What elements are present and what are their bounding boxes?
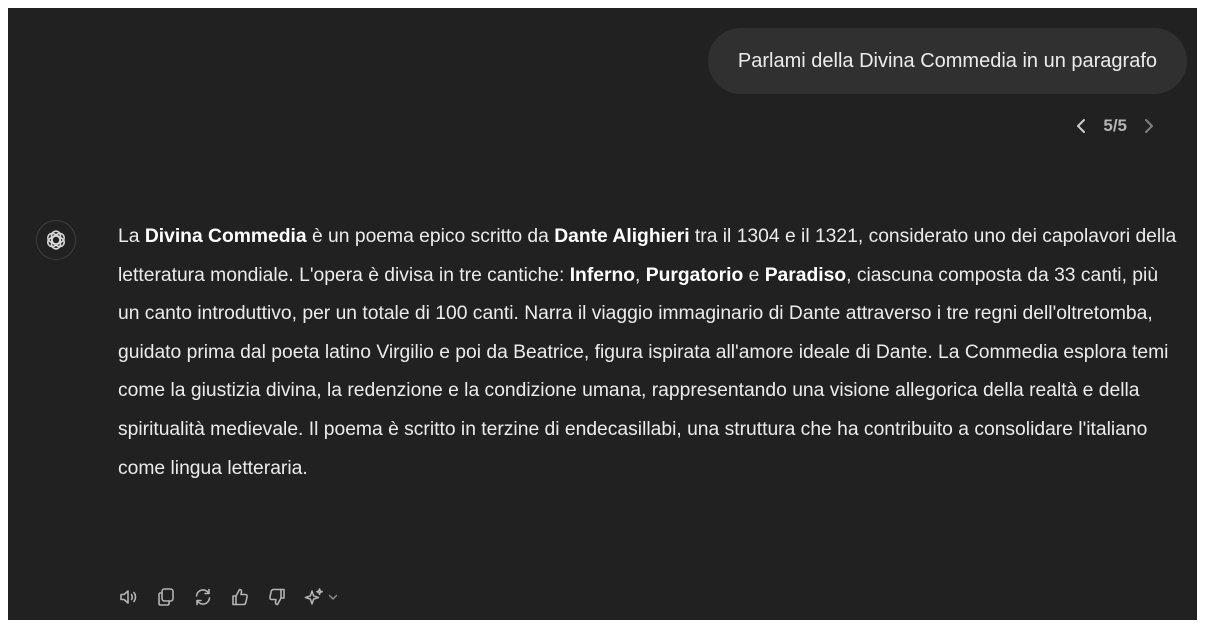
message-actions [118, 586, 339, 608]
bold-term: Paradiso [764, 264, 847, 286]
chevron-right-icon[interactable] [1141, 116, 1157, 136]
pager-label: 5/5 [1103, 116, 1127, 135]
text-run: , [635, 264, 646, 286]
chevron-left-icon[interactable] [1073, 116, 1089, 136]
text-run: è un poema epico scritto da [306, 226, 555, 247]
response-pager: 5/5 [1073, 116, 1157, 136]
speaker-icon[interactable] [118, 586, 140, 608]
model-switcher[interactable] [303, 586, 339, 608]
text-run: La [118, 226, 145, 247]
bold-term: Purgatorio [645, 264, 744, 286]
text-run: e [743, 264, 765, 286]
openai-logo-icon [46, 230, 66, 250]
bold-term: Divina Commedia [144, 226, 307, 247]
user-message-text: Parlami della Divina Commedia in un para… [737, 49, 1157, 72]
assistant-avatar [36, 220, 76, 260]
chevron-down-icon [327, 591, 339, 603]
thumbs-down-icon[interactable] [266, 586, 288, 608]
chat-window: Parlami della Divina Commedia in un para… [8, 8, 1197, 620]
bold-term: Inferno [569, 264, 636, 286]
regenerate-icon[interactable] [192, 586, 214, 608]
sparkle-icon [303, 586, 325, 608]
copy-icon[interactable] [155, 586, 177, 608]
text-run: , ciascuna composta da 33 canti, più un … [118, 264, 1169, 479]
bold-term: Dante Alighieri [554, 226, 690, 247]
user-message-bubble: Parlami della Divina Commedia in un para… [707, 28, 1187, 94]
assistant-message-text: La Divina Commedia è un poema epico scri… [118, 218, 1180, 488]
thumbs-up-icon[interactable] [229, 586, 251, 608]
